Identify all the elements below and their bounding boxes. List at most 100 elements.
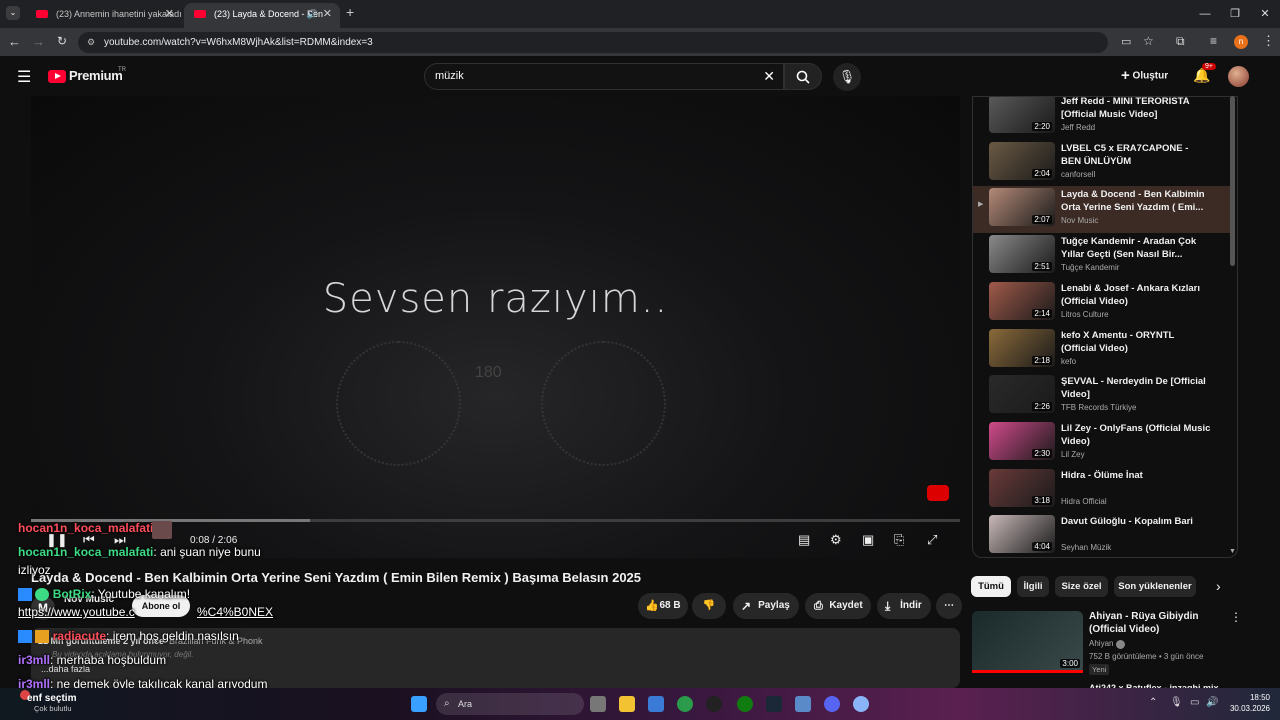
- app-icon[interactable]: [706, 696, 722, 712]
- recommend-channel[interactable]: Ahiyan: [1089, 639, 1113, 648]
- hamburger-menu-icon[interactable]: ☰: [17, 67, 31, 87]
- close-window-button[interactable]: ✕: [1250, 0, 1280, 28]
- show-hidden-icons[interactable]: ⌃: [1149, 697, 1157, 708]
- playlist-thumbnail[interactable]: 2:30: [989, 421, 1055, 460]
- close-tab-icon[interactable]: ✕: [165, 3, 174, 25]
- search-button[interactable]: [784, 63, 822, 90]
- playlist-thumbnail[interactable]: 2:26: [989, 375, 1055, 414]
- url-bar[interactable]: ⚙ youtube.com/watch?v=W6hxM8WjhAk&list=R…: [78, 32, 1108, 53]
- playlist-thumbnail[interactable]: 2:51: [989, 235, 1055, 274]
- menu-kebab-icon[interactable]: ⋮: [1262, 33, 1275, 49]
- playlist-scrollbar[interactable]: [1230, 96, 1235, 266]
- playlist-item[interactable]: 2:30 Lil Zey - OnlyFans (Official Music V…: [973, 420, 1231, 467]
- weather-title[interactable]: enf seçtim: [27, 693, 76, 704]
- bookmark-icon: ⎙: [814, 600, 823, 612]
- subtitles-icon[interactable]: ▤: [798, 532, 810, 548]
- recommend-title[interactable]: Ahiyan - Rüya Gibiydin (Official Video): [1089, 610, 1224, 636]
- playlist-item[interactable]: 2:14 Lenabi & Josef - Ankara Kızları (Off…: [973, 280, 1231, 327]
- maximize-button[interactable]: ❐: [1220, 0, 1250, 28]
- playlist-item[interactable]: 2:51 Tuğçe Kandemir - Aradan Çok Yıllar G…: [973, 233, 1231, 280]
- share-button[interactable]: ↗ Paylaş: [733, 593, 799, 619]
- playlist-item[interactable]: 3:18 Hidra - Ölüme İnat Hidra Official: [973, 467, 1231, 514]
- taskbar-search[interactable]: ⌕ Ara: [436, 693, 584, 715]
- playlist-item[interactable]: 2:26 ŞEVVAL - Nerdeydin De [Official Vide…: [973, 373, 1231, 420]
- fullscreen-icon[interactable]: ⤢: [927, 532, 937, 548]
- playlist-item[interactable]: 2:18 kefo X Amentu - ORYNTL (Official Vid…: [973, 327, 1231, 374]
- chip-all[interactable]: Tümü: [971, 576, 1011, 597]
- cast-icon[interactable]: ▭: [1121, 35, 1131, 48]
- tab-search-icon[interactable]: ⌄: [6, 6, 20, 20]
- recommend-thumbnail[interactable]: 3:00: [972, 611, 1083, 673]
- download-button[interactable]: ⤓ İndir: [877, 593, 931, 619]
- scroll-down-icon[interactable]: ▼: [1229, 548, 1236, 555]
- chip-for-you[interactable]: Size özel: [1055, 576, 1108, 597]
- playlist-item[interactable]: ▶ 2:07 Layda & Docend - Ben Kalbimin Orta …: [973, 186, 1231, 234]
- voice-search-mic-icon[interactable]: 🎙: [833, 63, 861, 91]
- playlist-item[interactable]: 2:04 LVBEL C5 x ERA7CAPONE - BEN ÜNLÜYÜM c…: [973, 140, 1231, 187]
- close-tab-icon[interactable]: ✕: [323, 3, 332, 25]
- store-icon[interactable]: [648, 696, 664, 712]
- avatar[interactable]: [1228, 66, 1249, 87]
- chevron-right-icon[interactable]: ›: [1216, 578, 1221, 594]
- search-input[interactable]: müzik ✕: [424, 63, 784, 90]
- profile-avatar[interactable]: n: [1234, 35, 1248, 49]
- audio-playing-icon[interactable]: 🔊: [307, 3, 318, 25]
- youtube-watermark-icon[interactable]: [927, 485, 949, 501]
- save-button[interactable]: ⎙ Kaydet: [805, 593, 871, 619]
- back-icon[interactable]: ←: [8, 34, 21, 49]
- more-vertical-icon[interactable]: ⋮: [1230, 610, 1242, 624]
- file-explorer-icon[interactable]: [619, 696, 635, 712]
- like-button[interactable]: 👍 68 B: [638, 593, 688, 619]
- dislike-button[interactable]: 👎: [692, 593, 726, 619]
- playlist-item[interactable]: 2:20 Jeff Redd - MİNİ TERÖRİSTA [Official…: [973, 97, 1231, 140]
- playlist-thumbnail[interactable]: 2:04: [989, 141, 1055, 180]
- forward-icon[interactable]: →: [32, 34, 45, 49]
- playlist-thumbnail[interactable]: 3:18: [989, 468, 1055, 507]
- playlist-thumbnail[interactable]: 2:18: [989, 328, 1055, 367]
- xbox-icon[interactable]: [737, 696, 753, 712]
- playlist-item[interactable]: 4:04 Davut Güloğlu - Kopalım Bari Seyhan M…: [973, 513, 1231, 557]
- playlist-item-title: Davut Güloğlu - Kopalım Bari: [1061, 516, 1193, 528]
- miniplayer-icon[interactable]: ▣: [862, 532, 874, 548]
- chip-related[interactable]: İlgili: [1017, 576, 1049, 597]
- chrome-icon[interactable]: [677, 696, 693, 712]
- bookmark-star-icon[interactable]: ☆: [1143, 34, 1154, 48]
- playlist-thumbnail[interactable]: 2:20: [989, 97, 1055, 133]
- windows-start-icon[interactable]: [411, 696, 427, 712]
- clock-date[interactable]: 30.03.2026: [1224, 704, 1270, 713]
- minimize-button[interactable]: —: [1190, 0, 1220, 28]
- search-icon: [796, 70, 810, 84]
- more-actions-button[interactable]: ⋯: [936, 593, 962, 619]
- site-info-icon[interactable]: ⚙: [87, 32, 95, 53]
- new-tab-button[interactable]: +: [346, 4, 354, 20]
- photos-icon[interactable]: [795, 696, 811, 712]
- steam-icon[interactable]: [766, 696, 782, 712]
- volume-icon[interactable]: 🔊: [1206, 697, 1218, 708]
- video-player[interactable]: 180 Sevsen razıyım..: [31, 96, 960, 558]
- playlist-thumbnail[interactable]: 4:04: [989, 515, 1055, 554]
- youtube-logo-icon[interactable]: [48, 70, 66, 83]
- playlist-thumbnail[interactable]: 2:14: [989, 281, 1055, 320]
- tab-inactive[interactable]: (23) Annemin ihanetini yakaladı ✕: [26, 3, 182, 28]
- region-code: TR: [118, 67, 126, 73]
- create-button[interactable]: + Oluştur: [1121, 66, 1175, 86]
- cast-icon[interactable]: ⎘: [894, 532, 904, 548]
- premium-logo-text[interactable]: Premium: [69, 68, 123, 83]
- settings-gear-icon[interactable]: [853, 696, 869, 712]
- reading-list-icon[interactable]: ≡: [1210, 34, 1217, 48]
- clock-time[interactable]: 18:50: [1234, 693, 1270, 702]
- network-icon[interactable]: ▭: [1190, 697, 1199, 708]
- task-view-icon[interactable]: [590, 696, 606, 712]
- discord-icon[interactable]: [824, 696, 840, 712]
- playlist-item-title: Layda & Docend - Ben Kalbimin Orta Yerin…: [1061, 189, 1205, 214]
- chip-recent[interactable]: Son yüklenenler: [1114, 576, 1196, 597]
- microphone-icon[interactable]: 🎙: [1170, 697, 1183, 708]
- clear-search-icon[interactable]: ✕: [763, 64, 775, 89]
- extensions-icon[interactable]: ⧉: [1176, 34, 1185, 49]
- share-arrow-icon: ↗: [741, 599, 752, 613]
- speed-readout: 180: [475, 364, 502, 381]
- playlist-thumbnail[interactable]: 2:07: [989, 188, 1055, 227]
- reload-icon[interactable]: ↻: [57, 34, 67, 48]
- tab-active[interactable]: (23) Layda & Docend - Ben 🔊 ✕: [184, 3, 340, 28]
- settings-gear-icon[interactable]: ⚙: [830, 532, 842, 548]
